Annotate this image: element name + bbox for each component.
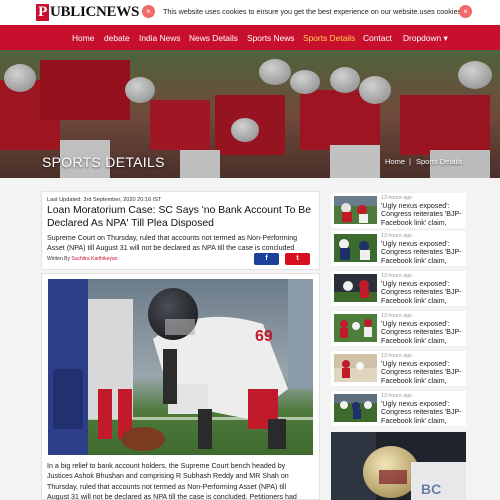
sidebar-thumbnail [334, 314, 377, 342]
sidebar-news-item[interactable]: 13 hours ago 'Ugly nexus exposed': Congr… [331, 193, 466, 228]
nav-india-news[interactable]: India News [139, 33, 180, 43]
sidebar-title[interactable]: 'Ugly nexus exposed': Congress reiterate… [381, 360, 465, 385]
top-bar: P UBLICNEWS × This website uses cookies t… [0, 0, 500, 25]
sidebar-time: 13 hours ago [381, 195, 412, 201]
sidebar-title[interactable]: 'Ugly nexus exposed': Congress reiterate… [381, 400, 465, 425]
sidebar-time: 13 hours ago [381, 313, 412, 319]
sidebar-thumbnail [334, 394, 377, 422]
sidebar-thumbnail [334, 274, 377, 302]
sidebar-news-item[interactable]: 13 hours ago 'Ugly nexus exposed': Congr… [331, 351, 466, 386]
nav-sports-details[interactable]: Sports Details [303, 33, 355, 43]
article-headline: Loan Moratorium Case: SC Says 'no Bank A… [47, 205, 312, 229]
sidebar-news-item[interactable]: 13 hours ago 'Ugly nexus exposed': Congr… [331, 271, 466, 306]
sidebar-time: 13 hours ago [381, 273, 412, 279]
byline: Written By Suchitra Karthikeyan [47, 256, 118, 262]
sidebar-thumbnail [334, 196, 377, 224]
article-body: In a big relief to bank account holders,… [47, 462, 297, 500]
twitter-icon: t [296, 255, 299, 262]
hero-title: SPORTS DETAILS [42, 154, 165, 170]
sidebar-thumbnail [334, 234, 377, 262]
jersey-number: 69 [255, 328, 273, 345]
breadcrumb-separator: | [409, 157, 411, 166]
sidebar-feature-image[interactable]: BC [331, 432, 466, 500]
sidebar-title[interactable]: 'Ugly nexus exposed': Congress reiterate… [381, 240, 465, 265]
sidebar-time: 13 hours ago [381, 393, 412, 399]
sidebar-title[interactable]: 'Ugly nexus exposed': Congress reiterate… [381, 320, 465, 345]
nav-news-details[interactable]: News Details [189, 33, 238, 43]
sidebar-time: 13 hours ago [381, 233, 412, 239]
breadcrumb-home[interactable]: Home [385, 157, 405, 166]
nav-home[interactable]: Home [72, 33, 94, 43]
sidebar-thumbnail [334, 354, 377, 382]
sidebar-news-item[interactable]: 13 hours ago 'Ugly nexus exposed': Congr… [331, 311, 466, 346]
cookie-dismiss-icon[interactable]: × [459, 5, 472, 18]
cookie-close-icon[interactable]: × [142, 5, 155, 18]
breadcrumb-current: Sports Details [416, 157, 463, 166]
facebook-share-button[interactable]: f [254, 253, 279, 265]
article-football-photo: 69 [48, 279, 313, 455]
twitter-share-button[interactable]: t [285, 253, 310, 265]
nav-contact[interactable]: Contact [363, 33, 392, 43]
logo-text: UBLICNEWS [50, 4, 139, 20]
main-nav: Home debate India News News Details Spor… [0, 25, 500, 50]
sidebar-time: 13 hours ago [381, 353, 412, 359]
cookie-notice: This website uses cookies to ensure you … [163, 7, 462, 16]
sidebar-news-item[interactable]: 13 hours ago 'Ugly nexus exposed': Congr… [331, 391, 466, 426]
nav-dropdown[interactable]: Dropdown ▾ [403, 33, 448, 43]
facebook-icon: f [265, 255, 268, 262]
sidebar-news-item[interactable]: 13 hours ago 'Ugly nexus exposed': Congr… [331, 231, 466, 266]
last-updated: Last Updated: 3rd September, 2020 20:16 … [47, 197, 162, 203]
author-link[interactable]: Suchitra Karthikeyan [71, 256, 117, 262]
written-by-label: Written By [47, 256, 70, 262]
logo-initial: P [36, 4, 49, 21]
nav-sports-news[interactable]: Sports News [247, 33, 294, 43]
article-summary: Supreme Court on Thursday, ruled that ac… [47, 234, 298, 253]
sidebar-title[interactable]: 'Ugly nexus exposed': Congress reiterate… [381, 202, 465, 227]
feature-jersey-number: BC [421, 481, 441, 497]
nav-debate[interactable]: debate [104, 33, 130, 43]
sidebar-title[interactable]: 'Ugly nexus exposed': Congress reiterate… [381, 280, 465, 305]
hero-banner: SPORTS DETAILS Home | Sports Details [0, 50, 500, 178]
site-logo[interactable]: P UBLICNEWS [36, 4, 139, 21]
